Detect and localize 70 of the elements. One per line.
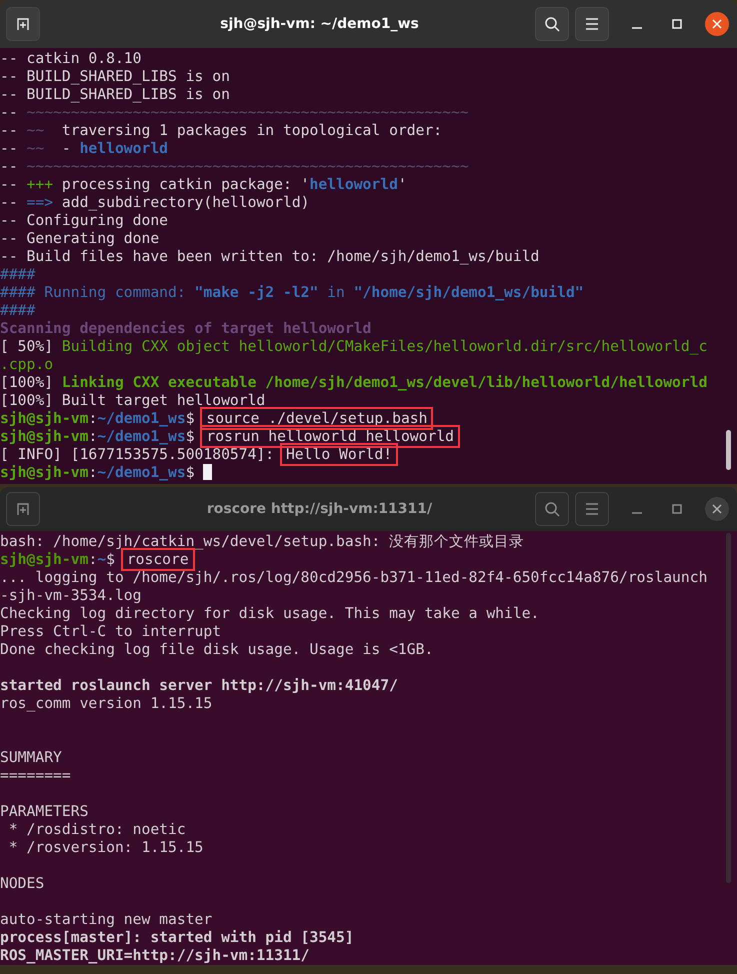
terminal-text: -- catkin 0.8.10 — [0, 50, 142, 67]
terminal-text: PARAMETERS — [0, 803, 88, 820]
terminal-text: NODES — [0, 875, 44, 892]
terminal-text: Scanning dependencies of target helloworld — [0, 320, 372, 337]
window-title: sjh@sjh-vm: ~/demo1_ws — [219, 16, 420, 32]
new-tab-icon — [15, 501, 31, 517]
terminal-text: .cpp.o — [0, 356, 54, 373]
new-tab-button[interactable] — [6, 7, 40, 41]
close-button[interactable] — [705, 12, 729, 36]
terminal-text: [100%] Built target helloworld — [0, 392, 266, 409]
terminal-text: Press Ctrl-C to interrupt — [0, 623, 222, 640]
menu-icon — [585, 18, 599, 30]
terminal-text: [100%] Linking CXX executable /home/sjh/demo1_ws/devel/lib/helloworld/helloworld — [0, 374, 708, 391]
terminal-text: #### — [0, 302, 36, 319]
terminal-text: #### Running command: "make -j2 -l2" in "/home/sjh/demo1_ws/build" — [0, 284, 584, 301]
terminal-text: [ 50%] Building CXX object helloworld/CMakeFiles/helloworld.dir/src/helloworld_c — [0, 338, 708, 355]
menu-button[interactable] — [575, 7, 609, 41]
search-button[interactable] — [535, 7, 569, 41]
minimize-icon — [632, 512, 642, 514]
highlighted-text: roscore — [124, 551, 192, 568]
terminal-text: ROS_MASTER_URI=http://sjh-vm:11311/ — [0, 947, 310, 964]
terminal-text: * /rosdistro: noetic — [8, 821, 186, 838]
terminal-text: -- ~~~~~~~~~~~~~~~~~~~~~~~~~~~~~~~~~~~~~~~~~~~~~~~~~~ — [0, 104, 469, 121]
terminal-text: -- BUILD_SHARED_LIBS is on — [0, 68, 230, 85]
terminal-text: ======== — [0, 767, 71, 784]
close-icon — [712, 504, 722, 514]
minimize-icon — [632, 27, 642, 29]
terminal-text: -- Build files have been written to: /home/sjh/demo1_ws/build — [0, 248, 540, 265]
search-icon — [544, 16, 560, 32]
search-button[interactable] — [535, 492, 569, 526]
terminal-text: -- Generating done — [0, 230, 160, 247]
terminal-text: auto-starting new master — [0, 911, 212, 928]
terminal-text: -- ~~ - helloworld — [0, 140, 168, 157]
terminal-text: started roslaunch server http://sjh-vm:41047/ — [0, 677, 398, 694]
terminal-text: sjh@sjh-vm:~/demo1_ws$ — [0, 410, 196, 427]
maximize-icon — [672, 504, 682, 514]
terminal-text: process[master]: started with pid [3545] — [0, 929, 354, 946]
close-icon — [712, 19, 722, 29]
terminal-text: Checking log directory for disk usage. This may take a while. — [0, 605, 540, 622]
terminal-text: #### — [0, 266, 36, 283]
search-icon — [544, 501, 560, 517]
close-button[interactable] — [705, 497, 729, 521]
terminal-text: Done checking log file disk usage. Usage is <1GB. — [0, 641, 434, 658]
highlighted-text: source ./devel/setup.bash — [203, 410, 430, 427]
terminal-text: [ INFO] [1677153575.500180574]: — [0, 446, 276, 463]
terminal-text: sjh@sjh-vm:~/demo1_ws$ — [0, 464, 196, 481]
terminal-text: SUMMARY — [0, 749, 62, 766]
menu-button[interactable] — [575, 492, 609, 526]
terminal-text: sjh@sjh-vm:~/demo1_ws$ — [0, 428, 196, 445]
highlighted-text: rosrun helloworld helloworld — [203, 428, 457, 445]
terminal-text: -- BUILD_SHARED_LIBS is on — [0, 86, 230, 103]
terminal-text: -sjh-vm-3534.log — [0, 587, 142, 604]
scrollbar[interactable] — [726, 533, 731, 883]
terminal-text: -- ==> add_subdirectory(helloworld) — [0, 194, 310, 211]
terminal-text: -- Configuring done — [0, 212, 168, 229]
new-tab-button[interactable] — [6, 492, 40, 526]
terminal-text: -- ~~~~~~~~~~~~~~~~~~~~~~~~~~~~~~~~~~~~~~~~~~~~~~~~~~ — [0, 158, 469, 175]
highlighted-text: Hello World! — [282, 446, 396, 463]
terminal-text: bash: /home/sjh/catkin_ws/devel/setup.bash: 没有那个文件或目录 — [0, 533, 524, 550]
terminal-text: -- ~~ traversing 1 packages in topological order: — [0, 122, 442, 139]
scrollbar[interactable] — [726, 430, 731, 470]
menu-icon — [585, 503, 599, 515]
terminal-text: * /rosversion: 1.15.15 — [8, 839, 204, 856]
terminal-text: ... logging to /home/sjh/.ros/log/80cd2956-b371-11ed-82f4-650fcc14a876/roslaunch — [0, 569, 708, 586]
terminal-text: -- +++ processing catkin package: 'helloworld' — [0, 176, 407, 193]
window-title: roscore http://sjh-vm:11311/ — [206, 501, 434, 517]
new-tab-icon — [15, 16, 31, 32]
terminal-text: ros_comm version 1.15.15 — [0, 695, 212, 712]
maximize-icon — [672, 19, 682, 29]
terminal-text: sjh@sjh-vm:~$ — [0, 551, 116, 568]
